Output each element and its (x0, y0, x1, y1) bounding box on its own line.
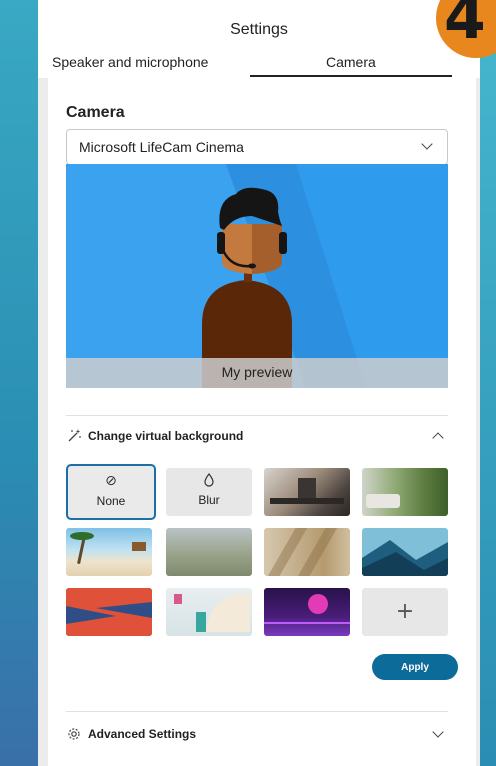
tab-camera[interactable]: Camera (326, 54, 376, 70)
section-divider (66, 415, 448, 416)
tab-speaker-and-microphone[interactable]: Speaker and microphone (52, 54, 208, 70)
camera-heading: Camera (66, 104, 125, 121)
plus-icon: + (395, 599, 415, 624)
background-blur-tile[interactable]: Blur (166, 468, 252, 516)
background-red-abstract-tile[interactable] (66, 588, 152, 636)
chevron-down-icon (421, 138, 433, 150)
step-number-badge: 4 (436, 0, 496, 58)
window-title: Settings (230, 21, 288, 38)
background-window-shadows-tile[interactable] (264, 528, 350, 576)
background-garden-living-room-tile[interactable] (362, 468, 448, 516)
background-mountains-illustration-tile[interactable] (362, 528, 448, 576)
add-background-button[interactable]: + (362, 588, 448, 636)
droplet-icon (204, 473, 214, 487)
virtual-background-header[interactable]: Change virtual background (66, 426, 448, 448)
advanced-settings-label: Advanced Settings (88, 727, 197, 741)
chevron-up-icon (432, 432, 444, 444)
advanced-settings-header[interactable]: Advanced Settings (66, 724, 448, 746)
virtual-background-label: Change virtual background (88, 429, 244, 443)
camera-preview: My preview (66, 164, 448, 388)
background-blurred-landscape-tile[interactable] (166, 528, 252, 576)
chevron-down-icon (432, 726, 444, 738)
camera-panel: Camera Microsoft LifeCam Cinema My previ… (48, 78, 476, 766)
gear-icon (68, 728, 80, 740)
background-purple-neon-tile[interactable] (264, 588, 350, 636)
avatar-illustration (66, 164, 448, 388)
blur-label: Blur (198, 493, 220, 507)
window-header: Settings Speaker and microphone Camera (38, 0, 480, 78)
background-beach-hut-tile[interactable] (66, 528, 152, 576)
section-divider (66, 711, 448, 712)
settings-window: Settings Speaker and microphone Camera C… (38, 0, 480, 766)
background-office-interior-tile[interactable] (264, 468, 350, 516)
active-tab-indicator (250, 75, 452, 77)
camera-device-select[interactable]: Microsoft LifeCam Cinema (66, 129, 448, 165)
desktop-background-left (0, 0, 38, 766)
none-icon: ⊘ (105, 473, 117, 489)
background-none-tile[interactable]: ⊘ None (66, 464, 156, 520)
camera-device-value: Microsoft LifeCam Cinema (79, 139, 244, 155)
preview-label: My preview (221, 364, 293, 380)
desktop-background-right (480, 0, 496, 766)
none-label: None (96, 494, 126, 508)
apply-button[interactable]: Apply (372, 654, 458, 680)
background-pastel-room-tile[interactable] (166, 588, 252, 636)
magic-wand-icon (68, 429, 81, 442)
